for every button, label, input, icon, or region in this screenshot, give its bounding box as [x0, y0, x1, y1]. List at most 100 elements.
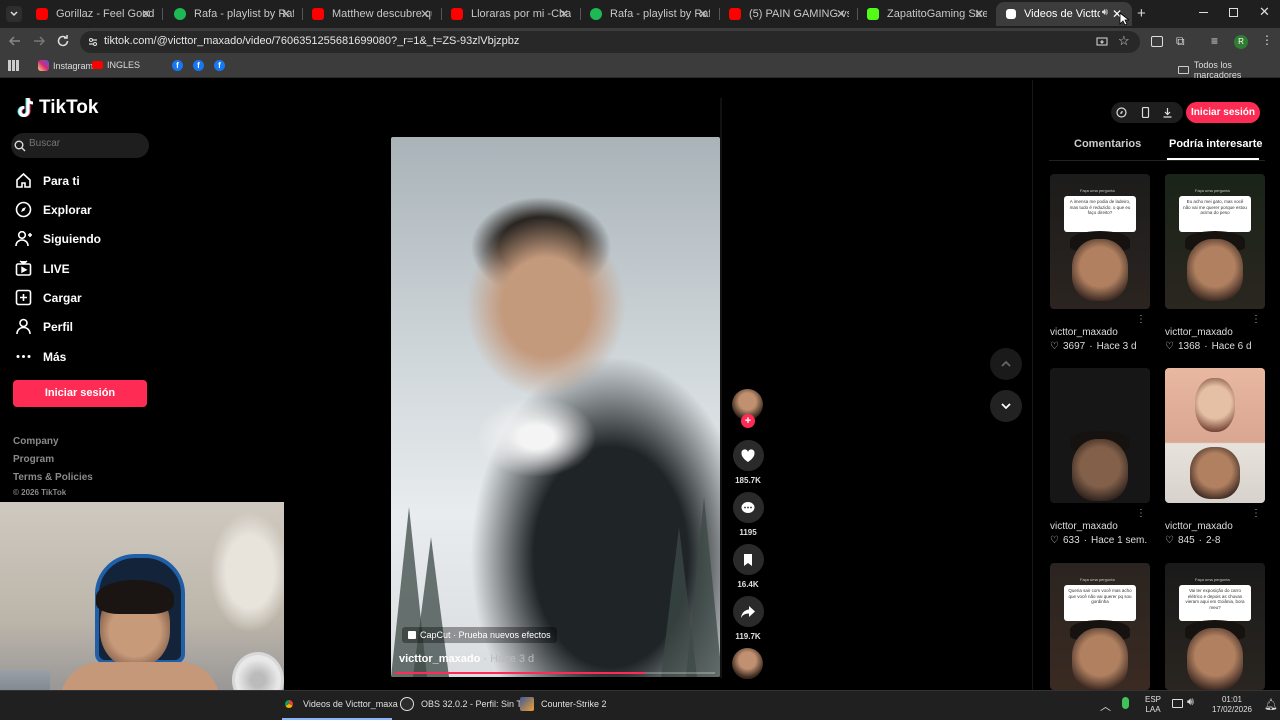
follow-button[interactable]: +: [741, 414, 755, 428]
bookmark-star-icon[interactable]: ☆: [1118, 33, 1130, 49]
minimize-button[interactable]: [1199, 12, 1208, 13]
youtube-icon: [36, 8, 48, 20]
close-icon[interactable]: ✕: [974, 7, 984, 21]
tab-search-icon[interactable]: [1151, 36, 1163, 47]
suggested-video-card[interactable]: Faça uma pergunta A imensa me podia de l…: [1050, 174, 1150, 352]
nav-explore[interactable]: Explorar: [15, 201, 92, 218]
download-icon[interactable]: [1162, 107, 1173, 118]
bookmark-ingles[interactable]: INGLES: [92, 60, 140, 70]
suggested-video-card[interactable]: Faça uma pergunta Queria sair com você m…: [1050, 563, 1150, 690]
close-icon[interactable]: ✕: [559, 7, 569, 21]
browser-tab-6[interactable]: (5) PAIN GAMING vs PAR ✕: [719, 2, 856, 26]
question-header: Faça uma pergunta: [1080, 188, 1115, 193]
login-button-sidebar[interactable]: Iniciar sesión: [13, 380, 147, 407]
browser-tab-3[interactable]: Matthew descubre quién ✕: [302, 2, 440, 26]
install-app-icon[interactable]: [1096, 36, 1108, 48]
speaker-icon[interactable]: 🔊︎: [1102, 7, 1108, 18]
compass-icon[interactable]: [1116, 107, 1127, 118]
close-icon[interactable]: ✕: [836, 7, 846, 21]
footer-company-link[interactable]: Company: [13, 436, 59, 447]
tab-search-dropdown[interactable]: [6, 6, 22, 22]
effect-tag[interactable]: CapCut · Prueba nuevos efectos: [402, 627, 557, 643]
share-count: 119.7K: [735, 632, 761, 641]
card-username[interactable]: victtor_maxado: [1165, 521, 1233, 532]
address-bar[interactable]: tiktok.com/@victtor_maxado/video/7606351…: [80, 31, 1140, 53]
taskbar-chrome[interactable]: Videos de Victtor_maxa: [282, 697, 398, 711]
forward-button[interactable]: [32, 34, 46, 53]
browser-tab-2[interactable]: Rafa - playlist by Rafael.xa ✕: [164, 2, 301, 26]
card-username[interactable]: victtor_maxado: [1165, 327, 1233, 338]
reload-button[interactable]: [56, 34, 70, 53]
more-options-icon[interactable]: ⋮: [1136, 508, 1146, 519]
suggested-video-card[interactable]: ⋮ victtor_maxado ♡ 845 · 2-8: [1165, 368, 1265, 546]
tab-comments[interactable]: Comentarios: [1074, 138, 1141, 150]
sound-avatar-button[interactable]: [732, 648, 764, 679]
language-indicator[interactable]: ESP LAA: [1145, 695, 1161, 715]
site-info-icon[interactable]: [87, 36, 99, 48]
clock[interactable]: 01:01 17/02/2026: [1206, 695, 1258, 715]
footer-terms-link[interactable]: Terms & Policies: [13, 472, 93, 483]
restore-button[interactable]: [1229, 8, 1238, 17]
all-bookmarks-folder[interactable]: Todos los marcadores: [1178, 60, 1280, 80]
suggested-video-card[interactable]: ⋮ victtor_maxado ♡ 633 · Hace 1 sem.: [1050, 368, 1150, 546]
tab-suggested[interactable]: Podría interesarte: [1169, 138, 1263, 150]
more-options-icon[interactable]: ⋮: [1251, 314, 1261, 325]
nav-upload[interactable]: Cargar: [15, 289, 82, 306]
kebab-menu-icon[interactable]: ⋮: [1261, 33, 1273, 47]
back-button[interactable]: [8, 34, 22, 53]
search-box[interactable]: [11, 133, 149, 158]
next-video-button[interactable]: [990, 390, 1022, 422]
close-icon[interactable]: ✕: [141, 7, 151, 21]
save-button[interactable]: 16.4K: [732, 544, 764, 589]
tiktok-logo[interactable]: TikTok: [16, 97, 98, 119]
video-author[interactable]: victtor_maxado · Hace 3 d: [399, 653, 534, 665]
like-button[interactable]: 185.7K: [732, 440, 764, 485]
more-options-icon[interactable]: ⋮: [1251, 508, 1261, 519]
profile-avatar[interactable]: R: [1234, 35, 1248, 49]
taskbar-obs[interactable]: OBS 32.0.2 - Perfil: Sin T: [400, 697, 522, 711]
network-icon[interactable]: [1172, 699, 1183, 708]
card-username[interactable]: victtor_maxado: [1050, 327, 1118, 338]
bookmark-facebook-2[interactable]: f: [193, 60, 204, 71]
taskbar-cs2[interactable]: Counter-Strike 2: [520, 697, 607, 711]
nav-for-you[interactable]: Para ti: [15, 172, 80, 189]
apps-grid-icon[interactable]: [8, 60, 19, 71]
nav-more[interactable]: Más: [15, 348, 66, 365]
video-player[interactable]: CapCut · Prueba nuevos efectos victtor_m…: [391, 137, 720, 677]
browser-tab-7[interactable]: ZapatitoGaming Stream ✕: [857, 2, 994, 26]
search-input[interactable]: [29, 138, 139, 149]
notification-bell-icon[interactable]: 🔔︎: [1264, 698, 1278, 711]
bookmark-facebook-3[interactable]: f: [214, 60, 225, 71]
bookmark-instagram[interactable]: Instagram: [38, 60, 93, 71]
close-icon[interactable]: ✕: [420, 7, 430, 21]
browser-tab-4[interactable]: Lloraras por mi -Chapa C ✕: [441, 2, 579, 26]
video-progress-bar[interactable]: [395, 672, 715, 674]
suggested-video-card[interactable]: Faça uma pergunta Vai ter exposição do c…: [1165, 563, 1265, 690]
nav-profile[interactable]: Perfil: [15, 318, 73, 335]
new-tab-button[interactable]: +: [1137, 5, 1146, 22]
media-controls-icon[interactable]: ≡: [1211, 34, 1218, 48]
browser-tab-1[interactable]: Gorillaz - Feel Good Inc. ✕: [26, 2, 161, 26]
extensions-icon[interactable]: ⧉: [1176, 34, 1185, 49]
login-button-top[interactable]: Iniciar sesión: [1186, 102, 1260, 123]
volume-icon[interactable]: 🔊︎: [1187, 696, 1194, 709]
more-options-icon[interactable]: ⋮: [1136, 314, 1146, 325]
footer-program-link[interactable]: Program: [13, 454, 54, 465]
browser-tab-8-active[interactable]: Videos de Victtor_ma 🔊︎ ✕: [996, 2, 1132, 26]
comment-button[interactable]: 1195: [732, 492, 764, 537]
close-icon[interactable]: ✕: [281, 7, 291, 21]
share-button[interactable]: 119.7K: [732, 596, 764, 641]
bookmark-facebook-1[interactable]: f: [172, 60, 183, 71]
chevron-up-icon[interactable]: ︿: [1100, 698, 1111, 714]
window-close-button[interactable]: ✕: [1259, 4, 1270, 20]
microphone-icon[interactable]: [1122, 697, 1129, 709]
nav-following[interactable]: Siguiendo: [15, 230, 101, 247]
browser-tab-5[interactable]: Rafa - playlist by Rafael.xa ✕: [580, 2, 718, 26]
phone-icon[interactable]: [1140, 107, 1151, 118]
author-name[interactable]: victtor_maxado: [399, 653, 480, 665]
card-username[interactable]: victtor_maxado: [1050, 521, 1118, 532]
nav-live[interactable]: LIVE: [15, 260, 70, 277]
previous-video-button[interactable]: [990, 348, 1022, 380]
suggested-video-card[interactable]: Faça uma pergunta Eu acho mei gato, mas …: [1165, 174, 1265, 352]
close-icon[interactable]: ✕: [698, 7, 708, 21]
